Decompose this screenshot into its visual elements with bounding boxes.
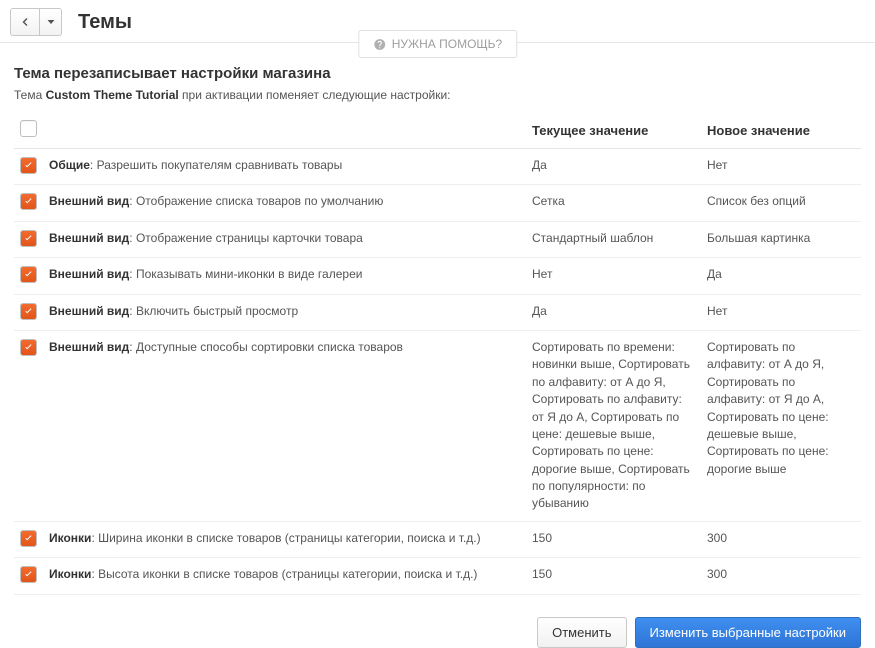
new-value: 300 — [701, 558, 861, 594]
new-value: Нет — [701, 149, 861, 185]
setting-cell: Внешний вид: Показывать мини-иконки в ви… — [43, 258, 526, 294]
select-all-checkbox[interactable] — [20, 120, 37, 137]
help-icon — [373, 38, 386, 51]
setting-group: Иконки — [49, 567, 91, 581]
setting-label: Высота иконки в списке товаров (страницы… — [98, 567, 477, 581]
setting-cell: Иконки: Ширина иконки в списке товаров (… — [43, 521, 526, 557]
theme-name: Custom Theme Tutorial — [46, 88, 179, 102]
current-value: Да — [526, 149, 701, 185]
table-row: Внешний вид: Показывать мини-иконки в ви… — [14, 258, 861, 294]
new-value: Список без опций — [701, 185, 861, 221]
intro-line: Тема Custom Theme Tutorial при активации… — [14, 88, 861, 102]
caret-down-icon — [45, 16, 57, 28]
table-row: Внешний вид: Отображение списка товаров … — [14, 185, 861, 221]
row-checkbox[interactable] — [20, 230, 37, 247]
back-button-group — [10, 8, 62, 36]
table-row: Внешний вид: Доступные способы сортировк… — [14, 330, 861, 521]
current-value: 150 — [526, 521, 701, 557]
table-row: Общие: Разрешить покупателям сравнивать … — [14, 149, 861, 185]
back-button[interactable] — [10, 8, 40, 36]
new-value: Нет — [701, 294, 861, 330]
table-row: Иконки: Ширина иконки в списке товаров (… — [14, 521, 861, 557]
column-header-new: Новое значение — [701, 112, 861, 149]
current-value: Сетка — [526, 185, 701, 221]
setting-cell: Иконки: Высота иконки в списке товаров (… — [43, 558, 526, 594]
setting-label: Ширина иконки в списке товаров (страницы… — [98, 531, 480, 545]
setting-cell: Общие: Разрешить покупателям сравнивать … — [43, 149, 526, 185]
row-checkbox[interactable] — [20, 193, 37, 210]
row-checkbox[interactable] — [20, 339, 37, 356]
help-label: НУЖНА ПОМОЩЬ? — [392, 37, 502, 51]
row-checkbox[interactable] — [20, 157, 37, 174]
table-row: Внешний вид: Отображение страницы карточ… — [14, 221, 861, 257]
settings-table: Текущее значение Новое значение Общие: Р… — [14, 112, 861, 595]
setting-group: Внешний вид — [49, 304, 129, 318]
setting-label: Отображение списка товаров по умолчанию — [136, 194, 383, 208]
current-value: Нет — [526, 258, 701, 294]
help-pill[interactable]: НУЖНА ПОМОЩЬ? — [358, 30, 517, 58]
setting-label: Отображение страницы карточки товара — [136, 231, 363, 245]
setting-label: Разрешить покупателям сравнивать товары — [97, 158, 343, 172]
section-title: Тема перезаписывает настройки магазина — [14, 65, 861, 82]
setting-group: Общие — [49, 158, 90, 172]
row-checkbox[interactable] — [20, 266, 37, 283]
setting-cell: Внешний вид: Доступные способы сортировк… — [43, 330, 526, 521]
new-value: 300 — [701, 521, 861, 557]
setting-group: Внешний вид — [49, 267, 129, 281]
arrow-left-icon — [19, 16, 31, 28]
new-value: Да — [701, 258, 861, 294]
cancel-button[interactable]: Отменить — [537, 617, 626, 648]
row-checkbox[interactable] — [20, 566, 37, 583]
setting-cell: Внешний вид: Включить быстрый просмотр — [43, 294, 526, 330]
new-value: Большая картинка — [701, 221, 861, 257]
table-row: Иконки: Высота иконки в списке товаров (… — [14, 558, 861, 594]
setting-label: Доступные способы сортировки списка това… — [136, 340, 403, 354]
new-value: Сортировать по алфавиту: от А до Я, Сорт… — [701, 330, 861, 521]
table-row: Внешний вид: Включить быстрый просмотрДа… — [14, 294, 861, 330]
current-value: Да — [526, 294, 701, 330]
setting-group: Иконки — [49, 531, 91, 545]
page-title: Темы — [78, 11, 132, 34]
back-dropdown-button[interactable] — [40, 8, 62, 36]
setting-group: Внешний вид — [49, 231, 129, 245]
setting-cell: Внешний вид: Отображение страницы карточ… — [43, 221, 526, 257]
current-value: Стандартный шаблон — [526, 221, 701, 257]
setting-label: Показывать мини-иконки в виде галереи — [136, 267, 362, 281]
row-checkbox[interactable] — [20, 530, 37, 547]
current-value: 150 — [526, 558, 701, 594]
setting-group: Внешний вид — [49, 340, 129, 354]
row-checkbox[interactable] — [20, 303, 37, 320]
setting-group: Внешний вид — [49, 194, 129, 208]
apply-button[interactable]: Изменить выбранные настройки — [635, 617, 862, 648]
current-value: Сортировать по времени: новинки выше, Со… — [526, 330, 701, 521]
setting-label: Включить быстрый просмотр — [136, 304, 298, 318]
setting-cell: Внешний вид: Отображение списка товаров … — [43, 185, 526, 221]
column-header-current: Текущее значение — [526, 112, 701, 149]
